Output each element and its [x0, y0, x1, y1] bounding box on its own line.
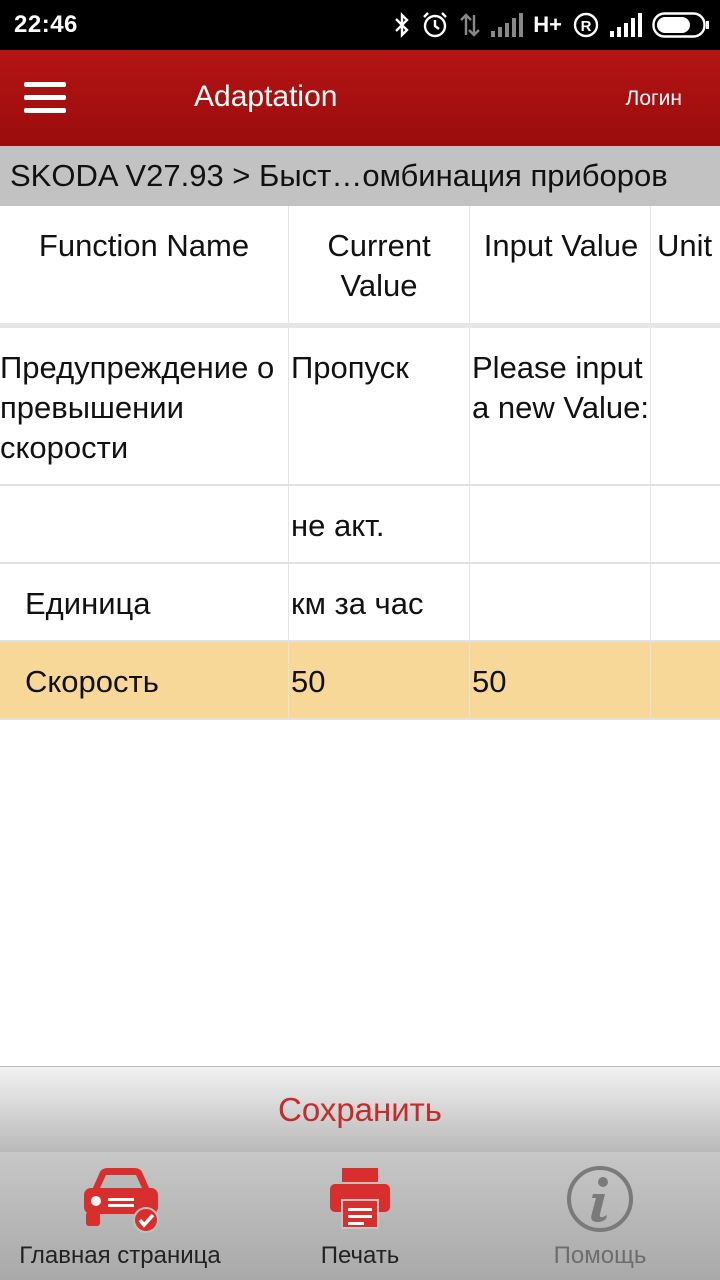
- signal-icon: [491, 13, 524, 37]
- printer-icon: [330, 1168, 390, 1229]
- table-header-row: Function Name Current Value Input Value …: [0, 206, 720, 328]
- breadcrumb: SKODA V27.93 > Быст…омбинация приборов: [0, 146, 720, 206]
- save-button-label: Сохранить: [278, 1090, 442, 1128]
- nav-help-button[interactable]: Помощь: [480, 1152, 720, 1280]
- input-value-cell[interactable]: [470, 486, 651, 562]
- signal-icon: [610, 13, 642, 37]
- status-icons: H+ R: [393, 8, 710, 42]
- info-icon: [567, 1166, 633, 1232]
- save-button[interactable]: Сохранить: [0, 1066, 720, 1152]
- nav-home-label: Главная страница: [19, 1242, 221, 1269]
- nav-print-label: Печать: [320, 1242, 400, 1269]
- unit-cell: [651, 486, 720, 562]
- data-arrows-icon: [460, 13, 481, 37]
- unit-cell: [651, 642, 720, 718]
- adaptation-table: Function Name Current Value Input Value …: [0, 206, 720, 720]
- network-type: H+: [533, 12, 562, 37]
- login-button[interactable]: Логин: [626, 87, 682, 111]
- status-bar: 22:46 H+ R: [0, 0, 720, 50]
- input-value-cell[interactable]: [470, 564, 651, 640]
- table-row[interactable]: Предупреждение о превышении скорости Про…: [0, 328, 720, 486]
- current-value-cell: 50: [289, 642, 470, 718]
- column-header-input-value: Input Value: [470, 206, 651, 323]
- status-time: 22:46: [14, 11, 78, 38]
- column-header-function-name: Function Name: [0, 206, 289, 323]
- alarm-icon: [423, 12, 448, 38]
- bottom-navigation: Главная страница Печать Помощь: [0, 1152, 720, 1280]
- nav-help-label: Помощь: [553, 1242, 647, 1269]
- current-value-cell: Пропуск: [289, 328, 470, 484]
- roaming-icon: R: [573, 12, 599, 38]
- svg-text:R: R: [581, 18, 592, 35]
- column-header-unit: Unit: [657, 228, 713, 263]
- app-bar: Adaptation Логин: [0, 50, 720, 146]
- table-row[interactable]: Единица км за час: [0, 564, 720, 642]
- nav-home-button[interactable]: Главная страница: [0, 1152, 240, 1280]
- input-value-cell[interactable]: Please input a new Value:: [470, 328, 651, 484]
- unit-cell: [651, 564, 720, 640]
- function-name-cell: Единица: [0, 564, 289, 640]
- column-header-current-value: Current Value: [289, 206, 470, 323]
- table-row[interactable]: не акт.: [0, 486, 720, 564]
- input-value-cell[interactable]: 50: [470, 642, 651, 718]
- current-value-cell: км за час: [289, 564, 470, 640]
- nav-print-button[interactable]: Печать: [240, 1152, 480, 1280]
- function-name-cell: Предупреждение о превышении скорости: [0, 328, 289, 484]
- bluetooth-icon: [395, 12, 409, 38]
- page-title: Adaptation: [194, 80, 338, 113]
- hamburger-menu-icon[interactable]: [20, 78, 70, 118]
- table-row-selected[interactable]: Скорость 50 50: [0, 642, 720, 720]
- unit-cell: [651, 328, 720, 484]
- function-name-cell: [0, 486, 289, 562]
- battery-icon: [652, 12, 709, 38]
- function-name-cell: Скорость: [0, 642, 289, 718]
- current-value-cell: не акт.: [289, 486, 470, 562]
- car-check-icon: [84, 1168, 159, 1233]
